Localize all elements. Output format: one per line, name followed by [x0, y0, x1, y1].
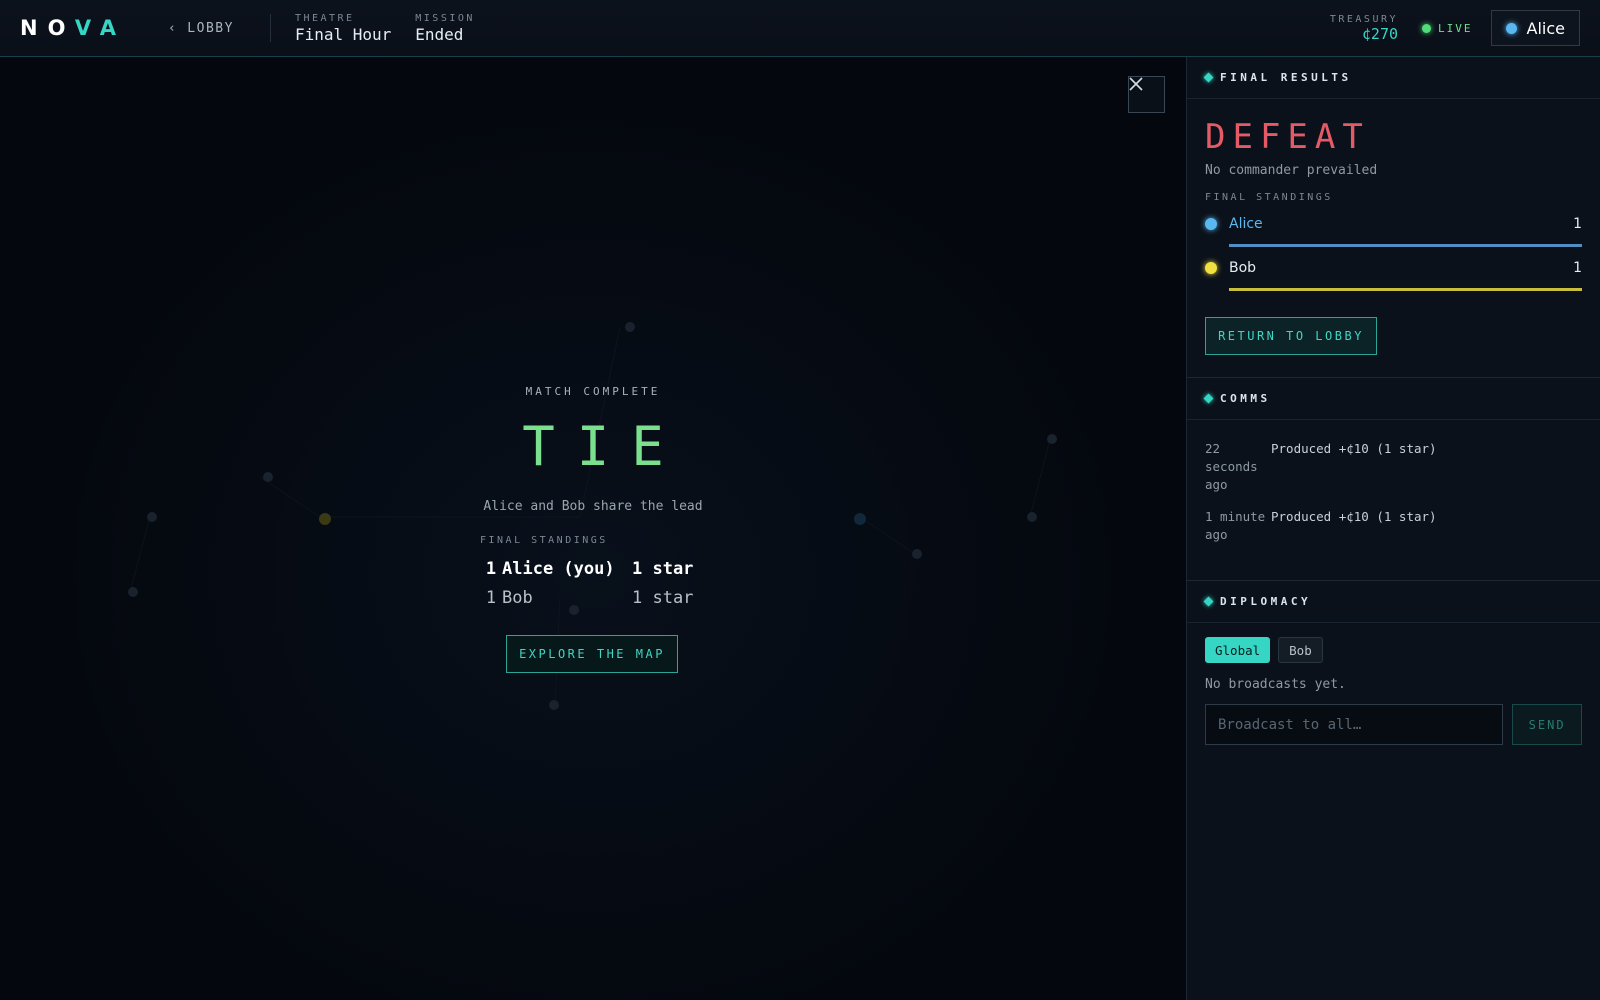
treasury-value: ¢270 — [1361, 24, 1399, 43]
section-header: COMMS — [1187, 378, 1600, 420]
comms-message: Produced +¢10 (1 star) — [1271, 509, 1437, 524]
diplomacy-section: DIPLOMACY Global Bob No broadcasts yet. … — [1187, 581, 1600, 759]
player-score-bar — [1229, 288, 1582, 291]
player-standing-row: Alice 1 — [1205, 213, 1582, 247]
section-title: FINAL RESULTS — [1220, 71, 1352, 84]
mission-label: MISSION — [415, 12, 475, 24]
live-indicator: LIVE — [1422, 22, 1473, 35]
standings-name: Bob — [502, 587, 533, 608]
tab-bob[interactable]: Bob — [1278, 637, 1323, 663]
final-results-section: FINAL RESULTS DEFEAT No commander prevai… — [1187, 57, 1600, 378]
empty-broadcasts-text: No broadcasts yet. — [1205, 677, 1346, 692]
section-header: DIPLOMACY — [1187, 581, 1600, 623]
player-name: Bob — [1229, 260, 1257, 276]
final-standings-label: FINAL STANDINGS — [1205, 192, 1333, 203]
outcome-subtitle: No commander prevailed — [1205, 163, 1378, 178]
section-title: DIPLOMACY — [1220, 595, 1312, 608]
lobby-link-label: LOBBY — [187, 20, 234, 36]
player-name: Alice — [1229, 216, 1263, 232]
broadcast-input[interactable] — [1205, 704, 1504, 745]
live-label: LIVE — [1438, 21, 1473, 35]
match-result-title: TIE — [522, 415, 686, 478]
mission-info: MISSION Ended — [415, 13, 475, 44]
right-panel: FINAL RESULTS DEFEAT No commander prevai… — [1186, 57, 1600, 1000]
back-to-lobby-link[interactable]: ‹ LOBBY — [168, 21, 234, 36]
send-button[interactable]: SEND — [1512, 704, 1582, 745]
comms-entry: 1 minute ago Produced +¢10 (1 star) — [1205, 508, 1582, 544]
diamond-icon — [1203, 596, 1214, 607]
section-title: COMMS — [1220, 392, 1271, 405]
header-divider — [269, 14, 271, 42]
return-to-lobby-button[interactable]: RETURN TO LOBBY — [1205, 317, 1377, 355]
explore-map-button[interactable]: EXPLORE THE MAP — [506, 635, 678, 673]
comms-section: COMMS 22 seconds ago Produced +¢10 (1 st… — [1187, 378, 1600, 581]
comms-entry: 22 seconds ago Produced +¢10 (1 star) — [1205, 440, 1582, 494]
player-standing-row: Bob 1 — [1205, 257, 1582, 291]
treasury-display: TREASURY ¢270 — [1330, 14, 1398, 43]
theatre-label: THEATRE — [294, 12, 355, 24]
standings-rank: 1 — [485, 587, 497, 608]
overlay-standings-label: FINAL STANDINGS — [480, 535, 608, 546]
standings-name: Alice (you) — [502, 558, 615, 579]
tab-global[interactable]: Global — [1205, 637, 1271, 663]
player-color-dot-icon — [1205, 218, 1217, 230]
comms-message: Produced +¢10 (1 star) — [1271, 441, 1437, 456]
treasury-label: TREASURY — [1329, 13, 1399, 25]
outcome-title: DEFEAT — [1205, 117, 1370, 157]
comms-timestamp: 22 seconds ago — [1205, 441, 1258, 492]
standings-row: 1 Alice (you) 1 star — [480, 554, 694, 583]
standings-score: 1 star — [632, 587, 694, 608]
section-header: FINAL RESULTS — [1187, 57, 1600, 99]
theatre-info: THEATRE Final Hour — [295, 13, 391, 44]
player-color-dot-icon — [1205, 262, 1217, 274]
player-score-bar — [1229, 244, 1582, 247]
user-chip[interactable]: Alice — [1490, 10, 1580, 46]
diamond-icon — [1203, 72, 1214, 83]
overlay-standings-table: 1 Alice (you) 1 star 1 Bob 1 star — [480, 554, 694, 612]
standings-row: 1 Bob 1 star — [480, 583, 694, 612]
match-complete-overlay: MATCH COMPLETE TIE Alice and Bob share t… — [0, 57, 1186, 1000]
player-score: 1 — [1573, 260, 1582, 276]
live-dot-icon — [1422, 23, 1432, 33]
standings-score: 1 star — [632, 558, 694, 579]
player-color-dot-icon — [1505, 22, 1517, 34]
player-score: 1 — [1573, 216, 1582, 232]
galaxy-map[interactable]: MATCH COMPLETE TIE Alice and Bob share t… — [0, 57, 1186, 1000]
user-name: Alice — [1526, 18, 1565, 38]
comms-timestamp: 1 minute ago — [1205, 509, 1266, 542]
match-result-subtitle: Alice and Bob share the lead — [483, 499, 703, 514]
theatre-value: Final Hour — [294, 24, 392, 44]
match-complete-label: MATCH COMPLETE — [525, 385, 661, 398]
top-bar: NOVA ‹ LOBBY THEATRE Final Hour MISSION … — [0, 0, 1600, 57]
standings-rank: 1 — [485, 558, 497, 579]
mission-value: Ended — [415, 24, 464, 44]
diplomacy-tabs: Global Bob — [1205, 637, 1582, 663]
chevron-left-icon: ‹ — [167, 20, 178, 36]
diamond-icon — [1203, 393, 1214, 404]
app-logo: NOVA — [20, 16, 126, 40]
